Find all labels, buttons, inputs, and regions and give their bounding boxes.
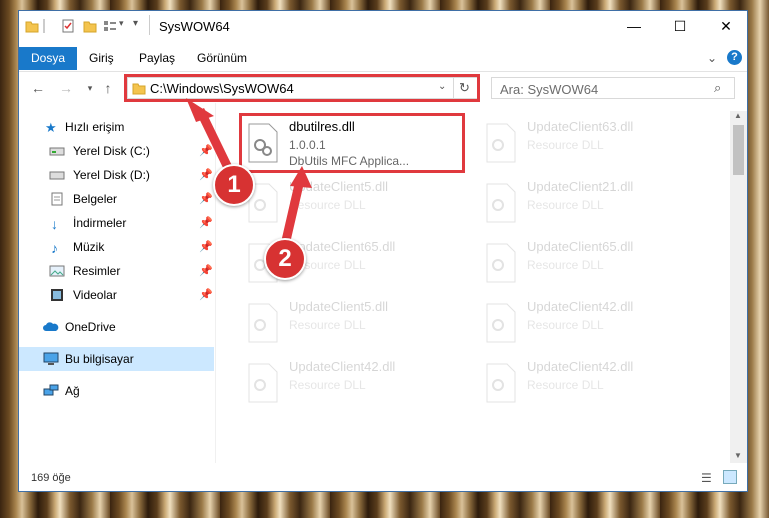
step-badge-1: 1: [213, 164, 255, 206]
annotation-arrow-2: [280, 178, 305, 247]
annotation-overlay: [186, 98, 312, 247]
step-badge-2: 2: [264, 238, 306, 280]
arrow-head-1: [186, 98, 214, 122]
arrow-head-2: [290, 166, 312, 188]
